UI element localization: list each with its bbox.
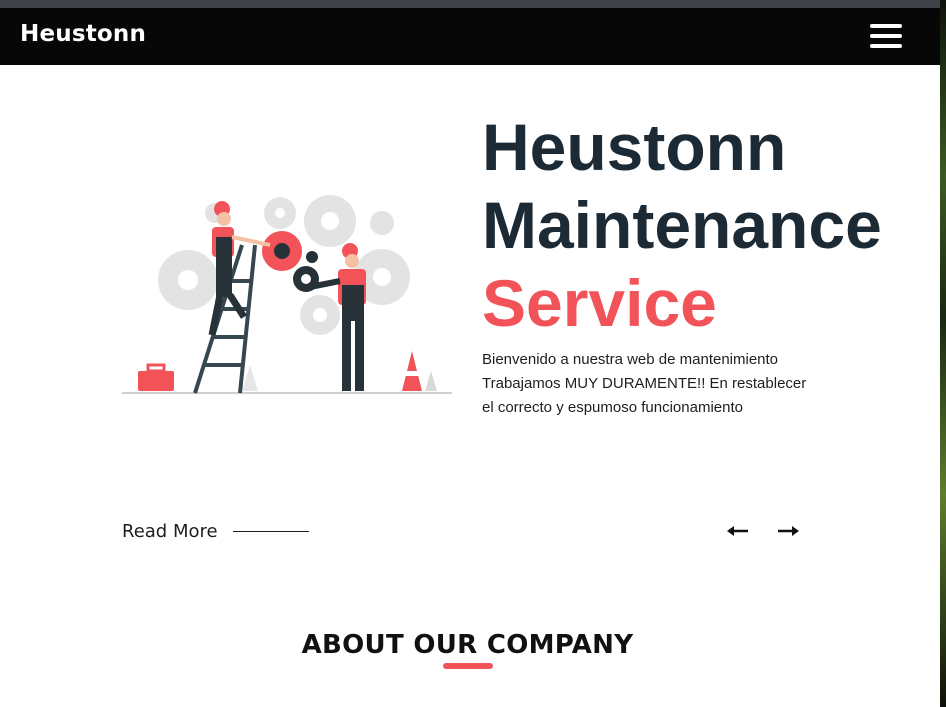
about-title-underline [443, 663, 493, 669]
maintenance-workers-illustration [120, 185, 455, 400]
hero-title: Heustonn Maintenance Service [482, 108, 882, 342]
navbar: Heustonn [0, 8, 940, 65]
arrow-right-icon[interactable] [776, 520, 800, 542]
read-more-label: Read More [122, 520, 218, 542]
hero-title-line2: Maintenance [482, 188, 882, 262]
hero-title-line1: Heustonn [482, 110, 787, 184]
read-more-link[interactable]: Read More [122, 518, 309, 544]
background-image-edge [940, 0, 946, 707]
hamburger-menu-icon[interactable] [868, 22, 904, 50]
brand-logo[interactable]: Heustonn [20, 21, 146, 47]
read-more-line [232, 530, 309, 532]
about-section-title: ABOUT OUR COMPANY [301, 630, 634, 660]
hero-description: Bienvenido a nuestra web de mantenimient… [482, 351, 807, 416]
hero-title-accent: Service [482, 266, 717, 340]
arrow-left-icon[interactable] [726, 520, 750, 542]
top-info-bar [0, 0, 940, 8]
